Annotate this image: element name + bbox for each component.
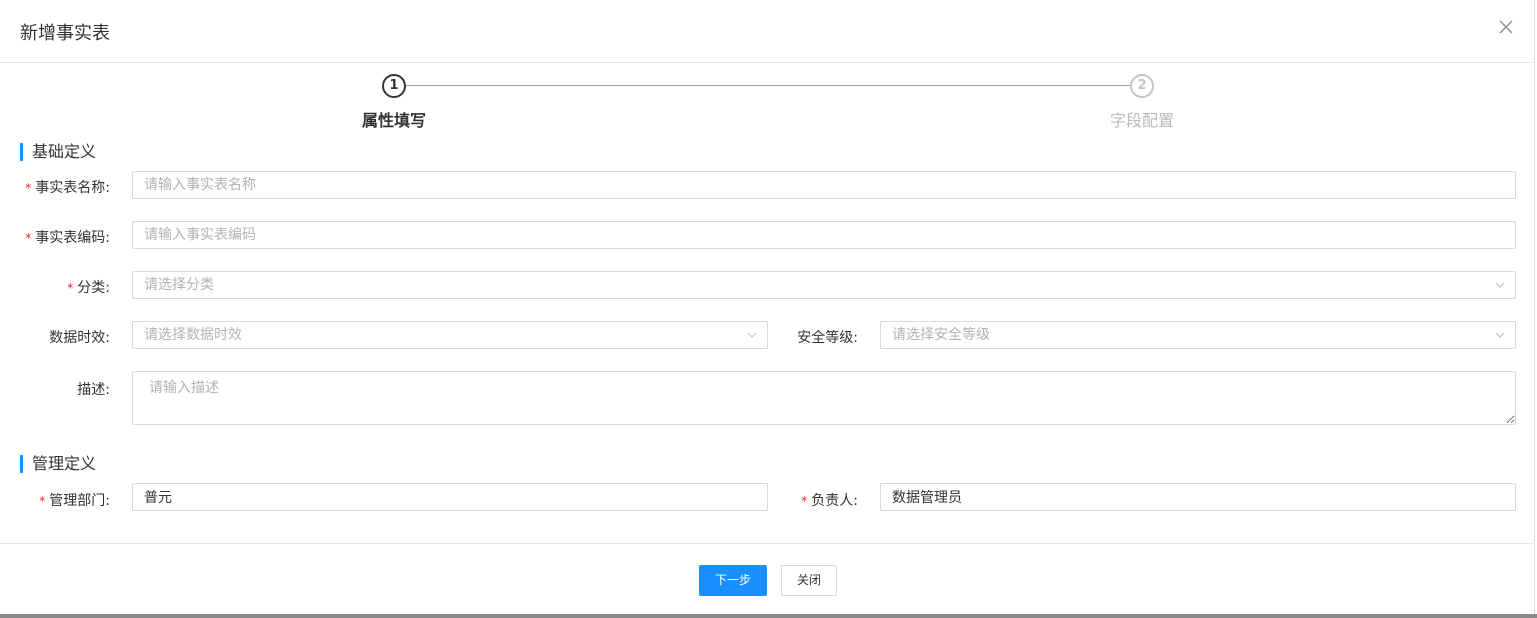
required-mark: * [39,494,46,508]
dialog-footer: 下一步 关闭 [0,543,1535,615]
fact-name-input[interactable] [132,171,1516,199]
steps: 1 2 属性填写 字段配置 [0,63,1535,133]
department-input[interactable] [132,483,768,511]
required-mark: * [801,494,808,508]
security-level-select[interactable]: 请选择安全等级 [880,321,1516,349]
next-step-button[interactable]: 下一步 [699,565,767,596]
step-2-icon: 2 [1130,74,1154,98]
step-connector [406,85,1130,86]
category-select[interactable]: 请选择分类 [132,271,1516,299]
owner-label: * 负责人: [801,493,858,509]
fact-code-input[interactable] [132,221,1516,249]
timeliness-label: 数据时效: [49,330,110,346]
fact-code-label: * 事实表编码: [25,230,110,246]
security-level-placeholder: 请选择安全等级 [892,327,990,343]
required-mark: * [67,281,74,295]
dialog-title: 新增事实表 [20,23,110,44]
close-icon[interactable] [1496,17,1516,37]
add-fact-table-dialog: 新增事实表 1 2 属性填写 字段配置 基础定义 *事实表名称: *事实表编码:… [0,0,1535,616]
chevron-down-icon [1495,282,1505,288]
required-mark: * [25,181,32,195]
description-label: 描述: [77,382,110,398]
owner-input[interactable] [880,483,1516,511]
step-2-label: 字段配置 [1110,111,1175,130]
section-management-title: 管理定义 [20,455,96,473]
timeliness-select[interactable]: 请选择数据时效 [132,321,768,349]
fact-name-label: * 事实表名称: [25,180,110,196]
section-basic-title: 基础定义 [20,143,96,161]
timeliness-placeholder: 请选择数据时效 [144,327,242,343]
department-label: * 管理部门: [39,493,110,509]
chevron-down-icon [1495,332,1505,338]
security-level-label: 安全等级: [797,330,858,346]
window-bottom-edge [0,614,1537,618]
description-textarea[interactable] [132,371,1516,425]
close-button[interactable]: 关闭 [781,565,837,596]
category-label: * 分类: [67,280,110,296]
required-mark: * [25,231,32,245]
step-1-label: 属性填写 [362,111,427,130]
category-placeholder: 请选择分类 [144,277,214,293]
dialog-header: 新增事实表 [0,0,1535,63]
step-1-icon: 1 [382,74,406,98]
chevron-down-icon [747,332,757,338]
